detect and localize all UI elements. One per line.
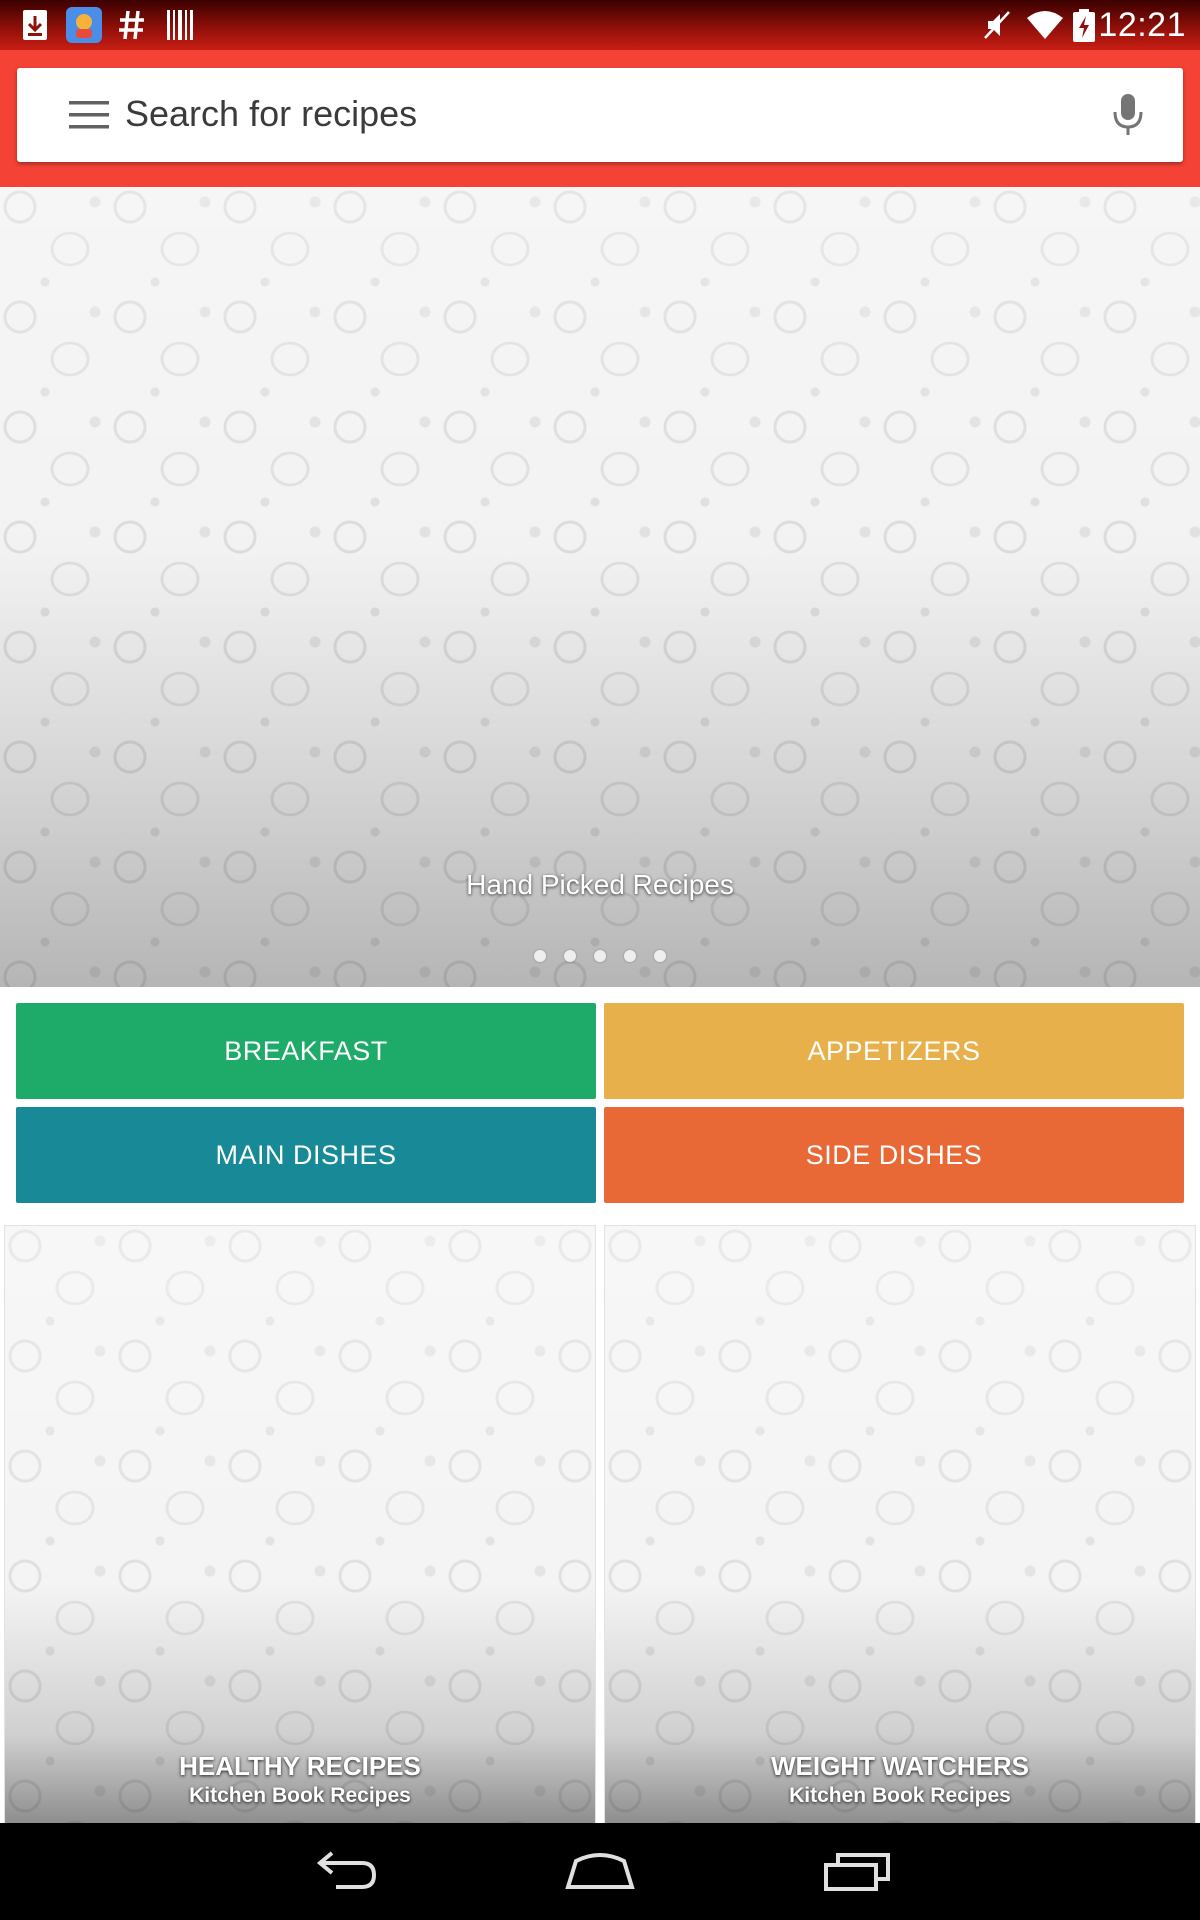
appetizers-button[interactable]: APPETIZERS bbox=[604, 1003, 1184, 1099]
weight-watchers-card[interactable]: WEIGHT WATCHERS Kitchen Book Recipes bbox=[604, 1225, 1196, 1825]
card-title: WEIGHT WATCHERS bbox=[770, 1751, 1030, 1781]
carousel-dot[interactable] bbox=[624, 950, 636, 962]
carousel-dot[interactable] bbox=[654, 950, 666, 962]
home-icon[interactable] bbox=[562, 1843, 638, 1901]
app-notification-icon bbox=[66, 7, 102, 43]
status-time: 12:21 bbox=[1098, 6, 1186, 44]
carousel-dot[interactable] bbox=[594, 950, 606, 962]
breakfast-button[interactable]: BREAKFAST bbox=[16, 1003, 596, 1099]
download-icon bbox=[23, 10, 47, 40]
search-bar bbox=[17, 68, 1183, 162]
healthy-recipes-card[interactable]: HEALTHY RECIPES Kitchen Book Recipes bbox=[4, 1225, 596, 1825]
hashtag-icon bbox=[119, 10, 144, 40]
main-dishes-button[interactable]: MAIN DISHES bbox=[16, 1107, 596, 1203]
carousel-indicators bbox=[0, 950, 1200, 962]
recent-apps-icon[interactable] bbox=[822, 1843, 892, 1901]
search-input[interactable] bbox=[125, 86, 1075, 142]
microphone-icon[interactable] bbox=[1107, 92, 1149, 138]
card-overlay bbox=[605, 1226, 1195, 1824]
navigation-bar bbox=[0, 1823, 1200, 1920]
battery-charging-icon bbox=[1073, 9, 1095, 42]
status-bar: 12:21 bbox=[0, 0, 1200, 50]
card-subtitle: Kitchen Book Recipes bbox=[189, 1784, 411, 1807]
hero-carousel[interactable]: Hand Picked Recipes bbox=[0, 187, 1200, 987]
card-overlay bbox=[5, 1226, 595, 1824]
carousel-dot[interactable] bbox=[534, 950, 546, 962]
card-title: HEALTHY RECIPES bbox=[179, 1751, 421, 1781]
hero-caption: Hand Picked Recipes bbox=[466, 869, 734, 900]
app-bar bbox=[0, 50, 1200, 187]
side-dishes-button[interactable]: SIDE DISHES bbox=[604, 1107, 1184, 1203]
wifi-icon bbox=[1027, 11, 1063, 39]
hero-overlay bbox=[0, 187, 1200, 987]
barcode-icon bbox=[167, 10, 193, 40]
hamburger-menu-icon[interactable] bbox=[53, 98, 127, 132]
card-subtitle: Kitchen Book Recipes bbox=[789, 1784, 1011, 1807]
vibrate-mute-icon bbox=[984, 11, 1010, 39]
back-icon[interactable] bbox=[306, 1843, 380, 1901]
carousel-dot[interactable] bbox=[564, 950, 576, 962]
